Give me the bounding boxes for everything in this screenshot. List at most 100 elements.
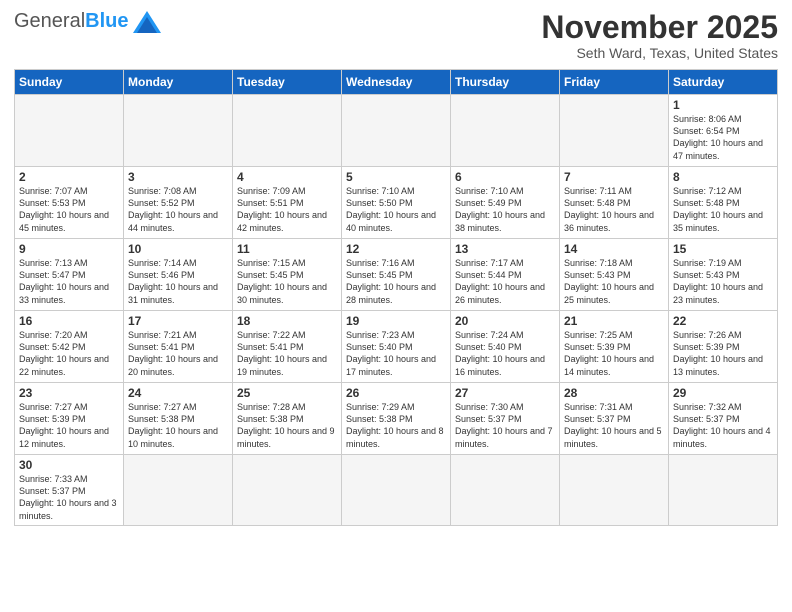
day-info: Sunrise: 7:09 AM Sunset: 5:51 PM Dayligh… [237,185,337,234]
day-info: Sunrise: 7:29 AM Sunset: 5:38 PM Dayligh… [346,401,446,450]
calendar-cell [233,455,342,526]
day-number: 16 [19,314,119,328]
calendar-cell: 21Sunrise: 7:25 AM Sunset: 5:39 PM Dayli… [560,311,669,383]
col-wednesday: Wednesday [342,70,451,95]
day-info: Sunrise: 7:20 AM Sunset: 5:42 PM Dayligh… [19,329,119,378]
logo-icon [133,11,161,33]
calendar-cell [342,95,451,167]
day-number: 30 [19,458,119,472]
calendar-cell: 11Sunrise: 7:15 AM Sunset: 5:45 PM Dayli… [233,239,342,311]
day-info: Sunrise: 7:24 AM Sunset: 5:40 PM Dayligh… [455,329,555,378]
day-info: Sunrise: 7:32 AM Sunset: 5:37 PM Dayligh… [673,401,773,450]
calendar-week-4: 23Sunrise: 7:27 AM Sunset: 5:39 PM Dayli… [15,383,778,455]
title-area: November 2025 Seth Ward, Texas, United S… [541,10,778,61]
calendar-cell: 4Sunrise: 7:09 AM Sunset: 5:51 PM Daylig… [233,167,342,239]
day-number: 10 [128,242,228,256]
day-number: 9 [19,242,119,256]
col-saturday: Saturday [669,70,778,95]
calendar-cell [451,95,560,167]
calendar-cell [124,95,233,167]
day-number: 23 [19,386,119,400]
calendar-cell [560,95,669,167]
day-number: 21 [564,314,664,328]
day-info: Sunrise: 7:26 AM Sunset: 5:39 PM Dayligh… [673,329,773,378]
day-number: 27 [455,386,555,400]
calendar-cell: 9Sunrise: 7:13 AM Sunset: 5:47 PM Daylig… [15,239,124,311]
day-info: Sunrise: 7:27 AM Sunset: 5:39 PM Dayligh… [19,401,119,450]
day-number: 7 [564,170,664,184]
calendar-week-1: 2Sunrise: 7:07 AM Sunset: 5:53 PM Daylig… [15,167,778,239]
day-info: Sunrise: 7:07 AM Sunset: 5:53 PM Dayligh… [19,185,119,234]
day-number: 3 [128,170,228,184]
day-info: Sunrise: 8:06 AM Sunset: 6:54 PM Dayligh… [673,113,773,162]
calendar-cell: 5Sunrise: 7:10 AM Sunset: 5:50 PM Daylig… [342,167,451,239]
day-number: 11 [237,242,337,256]
day-info: Sunrise: 7:28 AM Sunset: 5:38 PM Dayligh… [237,401,337,450]
day-info: Sunrise: 7:14 AM Sunset: 5:46 PM Dayligh… [128,257,228,306]
day-number: 5 [346,170,446,184]
calendar-week-2: 9Sunrise: 7:13 AM Sunset: 5:47 PM Daylig… [15,239,778,311]
col-tuesday: Tuesday [233,70,342,95]
day-info: Sunrise: 7:11 AM Sunset: 5:48 PM Dayligh… [564,185,664,234]
day-info: Sunrise: 7:15 AM Sunset: 5:45 PM Dayligh… [237,257,337,306]
logo: General Blue [14,10,161,33]
calendar-cell: 3Sunrise: 7:08 AM Sunset: 5:52 PM Daylig… [124,167,233,239]
calendar-week-0: 1Sunrise: 8:06 AM Sunset: 6:54 PM Daylig… [15,95,778,167]
calendar-cell: 12Sunrise: 7:16 AM Sunset: 5:45 PM Dayli… [342,239,451,311]
page: General Blue November 2025 Seth Ward, Te… [0,0,792,612]
day-info: Sunrise: 7:23 AM Sunset: 5:40 PM Dayligh… [346,329,446,378]
day-info: Sunrise: 7:19 AM Sunset: 5:43 PM Dayligh… [673,257,773,306]
day-info: Sunrise: 7:31 AM Sunset: 5:37 PM Dayligh… [564,401,664,450]
day-info: Sunrise: 7:10 AM Sunset: 5:50 PM Dayligh… [346,185,446,234]
day-number: 24 [128,386,228,400]
calendar-cell: 27Sunrise: 7:30 AM Sunset: 5:37 PM Dayli… [451,383,560,455]
logo-area: General Blue [14,10,161,33]
calendar-cell [124,455,233,526]
header-row: Sunday Monday Tuesday Wednesday Thursday… [15,70,778,95]
calendar-cell: 6Sunrise: 7:10 AM Sunset: 5:49 PM Daylig… [451,167,560,239]
calendar-cell [669,455,778,526]
day-info: Sunrise: 7:17 AM Sunset: 5:44 PM Dayligh… [455,257,555,306]
day-number: 29 [673,386,773,400]
calendar-cell: 15Sunrise: 7:19 AM Sunset: 5:43 PM Dayli… [669,239,778,311]
day-number: 6 [455,170,555,184]
day-number: 28 [564,386,664,400]
day-number: 20 [455,314,555,328]
day-info: Sunrise: 7:13 AM Sunset: 5:47 PM Dayligh… [19,257,119,306]
calendar-cell: 2Sunrise: 7:07 AM Sunset: 5:53 PM Daylig… [15,167,124,239]
day-info: Sunrise: 7:08 AM Sunset: 5:52 PM Dayligh… [128,185,228,234]
day-number: 12 [346,242,446,256]
day-number: 4 [237,170,337,184]
col-thursday: Thursday [451,70,560,95]
day-number: 22 [673,314,773,328]
calendar-cell: 20Sunrise: 7:24 AM Sunset: 5:40 PM Dayli… [451,311,560,383]
calendar-cell: 19Sunrise: 7:23 AM Sunset: 5:40 PM Dayli… [342,311,451,383]
day-info: Sunrise: 7:33 AM Sunset: 5:37 PM Dayligh… [19,473,119,522]
day-number: 8 [673,170,773,184]
day-number: 17 [128,314,228,328]
calendar-week-3: 16Sunrise: 7:20 AM Sunset: 5:42 PM Dayli… [15,311,778,383]
day-number: 26 [346,386,446,400]
calendar-cell [233,95,342,167]
calendar-cell: 30Sunrise: 7:33 AM Sunset: 5:37 PM Dayli… [15,455,124,526]
day-info: Sunrise: 7:10 AM Sunset: 5:49 PM Dayligh… [455,185,555,234]
day-number: 13 [455,242,555,256]
calendar-cell: 18Sunrise: 7:22 AM Sunset: 5:41 PM Dayli… [233,311,342,383]
day-info: Sunrise: 7:18 AM Sunset: 5:43 PM Dayligh… [564,257,664,306]
month-title: November 2025 [541,10,778,45]
calendar-cell: 16Sunrise: 7:20 AM Sunset: 5:42 PM Dayli… [15,311,124,383]
day-info: Sunrise: 7:25 AM Sunset: 5:39 PM Dayligh… [564,329,664,378]
day-info: Sunrise: 7:22 AM Sunset: 5:41 PM Dayligh… [237,329,337,378]
calendar-cell: 13Sunrise: 7:17 AM Sunset: 5:44 PM Dayli… [451,239,560,311]
calendar-cell [15,95,124,167]
day-number: 14 [564,242,664,256]
logo-general-text: General [14,10,85,33]
calendar-cell: 22Sunrise: 7:26 AM Sunset: 5:39 PM Dayli… [669,311,778,383]
day-info: Sunrise: 7:30 AM Sunset: 5:37 PM Dayligh… [455,401,555,450]
calendar-cell [342,455,451,526]
day-number: 19 [346,314,446,328]
calendar-cell: 1Sunrise: 8:06 AM Sunset: 6:54 PM Daylig… [669,95,778,167]
calendar-cell: 8Sunrise: 7:12 AM Sunset: 5:48 PM Daylig… [669,167,778,239]
calendar-cell: 14Sunrise: 7:18 AM Sunset: 5:43 PM Dayli… [560,239,669,311]
calendar-cell: 24Sunrise: 7:27 AM Sunset: 5:38 PM Dayli… [124,383,233,455]
